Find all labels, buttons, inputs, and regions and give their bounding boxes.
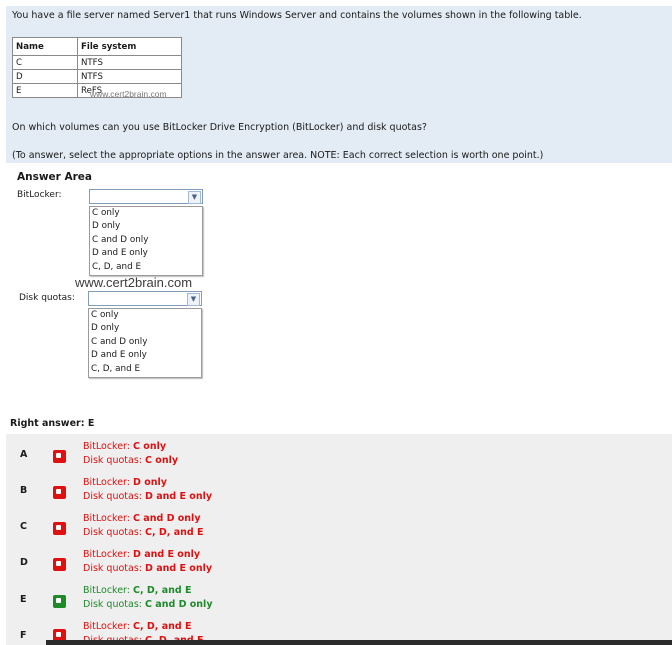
volume-file-system: NTFS bbox=[77, 55, 182, 70]
table-row: C NTFS bbox=[12, 55, 182, 70]
disk-quotas-value: C only bbox=[145, 455, 179, 466]
disk-quotas-option[interactable]: C, D, and E bbox=[89, 363, 201, 376]
disk-quotas-option[interactable]: C only bbox=[89, 309, 201, 322]
choice-b[interactable]: B BitLocker: D only Disk quotas: D and E… bbox=[6, 474, 672, 510]
disk-quotas-prefix: Disk quotas: bbox=[83, 455, 146, 466]
bitlocker-prefix: BitLocker: bbox=[83, 441, 134, 452]
choice-text: BitLocker: C, D, and E Disk quotas: C an… bbox=[83, 584, 213, 612]
bitlocker-dropdown[interactable]: ▼ bbox=[89, 189, 203, 204]
choice-text: BitLocker: C and D only Disk quotas: C, … bbox=[83, 512, 203, 540]
bitlocker-value: C only bbox=[133, 441, 167, 452]
disk-quotas-prefix: Disk quotas: bbox=[83, 563, 146, 574]
choice-text: BitLocker: C only Disk quotas: C only bbox=[83, 440, 178, 468]
choice-a[interactable]: A BitLocker: C only Disk quotas: C only bbox=[6, 438, 672, 474]
disk-quotas-option[interactable]: C and D only bbox=[89, 336, 201, 349]
choice-e[interactable]: E BitLocker: C, D, and E Disk quotas: C … bbox=[6, 582, 672, 618]
answer-choices: A BitLocker: C only Disk quotas: C only … bbox=[6, 434, 672, 645]
bitlocker-value: C, D, and E bbox=[133, 621, 192, 632]
incorrect-mark-icon bbox=[53, 522, 66, 535]
choice-letter: F bbox=[20, 630, 27, 641]
incorrect-mark-icon bbox=[53, 450, 66, 463]
choice-text: BitLocker: D and E only Disk quotas: D a… bbox=[83, 548, 212, 576]
table-header-row: Name File system bbox=[12, 37, 182, 56]
bitlocker-options-list: C only D only C and D only D and E only … bbox=[89, 206, 203, 276]
choice-letter: A bbox=[20, 449, 28, 460]
question-intro: You have a file server named Server1 tha… bbox=[12, 10, 582, 21]
choice-d[interactable]: D BitLocker: D and E only Disk quotas: D… bbox=[6, 546, 672, 582]
bitlocker-prefix: BitLocker: bbox=[83, 585, 134, 596]
answer-area-title: Answer Area bbox=[17, 171, 93, 183]
bitlocker-prefix: BitLocker: bbox=[83, 621, 134, 632]
disk-quotas-value: D and E only bbox=[145, 563, 213, 574]
bitlocker-option[interactable]: D and E only bbox=[90, 247, 202, 260]
bitlocker-option[interactable]: C, D, and E bbox=[90, 261, 202, 274]
disk-quotas-dropdown[interactable]: ▼ bbox=[88, 291, 202, 306]
disk-quotas-options-list: C only D only C and D only D and E only … bbox=[88, 308, 202, 378]
column-header-name: Name bbox=[12, 37, 78, 56]
disk-quotas-option[interactable]: D only bbox=[89, 322, 201, 335]
column-header-file-system: File system bbox=[77, 37, 182, 56]
bitlocker-option[interactable]: D only bbox=[90, 220, 202, 233]
bitlocker-option[interactable]: C and D only bbox=[90, 234, 202, 247]
disk-quotas-prefix: Disk quotas: bbox=[83, 527, 146, 538]
table-row: D NTFS bbox=[12, 69, 182, 84]
bitlocker-prefix: BitLocker: bbox=[83, 513, 134, 524]
volume-name: D bbox=[12, 69, 78, 84]
answer-area: Answer Area BitLocker: ▼ C only D only C… bbox=[0, 163, 672, 423]
disk-quotas-prefix: Disk quotas: bbox=[83, 599, 146, 610]
bitlocker-value: C and D only bbox=[133, 513, 201, 524]
bitlocker-prefix: BitLocker: bbox=[83, 549, 134, 560]
volume-name: C bbox=[12, 55, 78, 70]
bitlocker-label: BitLocker: bbox=[17, 190, 62, 200]
choice-letter: B bbox=[20, 485, 28, 496]
disk-quotas-value: C, D, and E bbox=[145, 527, 204, 538]
volume-name: E bbox=[12, 83, 78, 98]
bitlocker-prefix: BitLocker: bbox=[83, 477, 134, 488]
right-answer-label: Right answer: E bbox=[10, 418, 95, 429]
bitlocker-value: C, D, and E bbox=[133, 585, 192, 596]
correct-mark-icon bbox=[53, 595, 66, 608]
choice-c[interactable]: C BitLocker: C and D only Disk quotas: C… bbox=[6, 510, 672, 546]
volume-file-system: NTFS bbox=[77, 69, 182, 84]
bitlocker-option[interactable]: C only bbox=[90, 207, 202, 220]
incorrect-mark-icon bbox=[53, 486, 66, 499]
bitlocker-value: D and E only bbox=[133, 549, 201, 560]
incorrect-mark-icon bbox=[53, 558, 66, 571]
disk-quotas-value: D and E only bbox=[145, 491, 213, 502]
bottom-divider bbox=[46, 640, 672, 645]
watermark-large: www.cert2brain.com bbox=[75, 275, 193, 290]
chevron-down-icon[interactable]: ▼ bbox=[187, 293, 200, 306]
disk-quotas-value: C and D only bbox=[145, 599, 213, 610]
question-instructions: (To answer, select the appropriate optio… bbox=[12, 150, 544, 161]
choice-letter: C bbox=[20, 521, 27, 532]
choice-letter: E bbox=[20, 594, 27, 605]
question-prompt: On which volumes can you use BitLocker D… bbox=[12, 122, 427, 133]
disk-quotas-prefix: Disk quotas: bbox=[83, 491, 146, 502]
disk-quotas-option[interactable]: D and E only bbox=[89, 349, 201, 362]
choice-text: BitLocker: D only Disk quotas: D and E o… bbox=[83, 476, 212, 504]
disk-quotas-label: Disk quotas: bbox=[19, 293, 75, 303]
choice-letter: D bbox=[20, 557, 28, 568]
watermark-small: www.cert2brain.com bbox=[90, 89, 167, 99]
bitlocker-value: D only bbox=[133, 477, 167, 488]
question-panel: You have a file server named Server1 tha… bbox=[6, 6, 672, 163]
chevron-down-icon[interactable]: ▼ bbox=[188, 191, 201, 204]
